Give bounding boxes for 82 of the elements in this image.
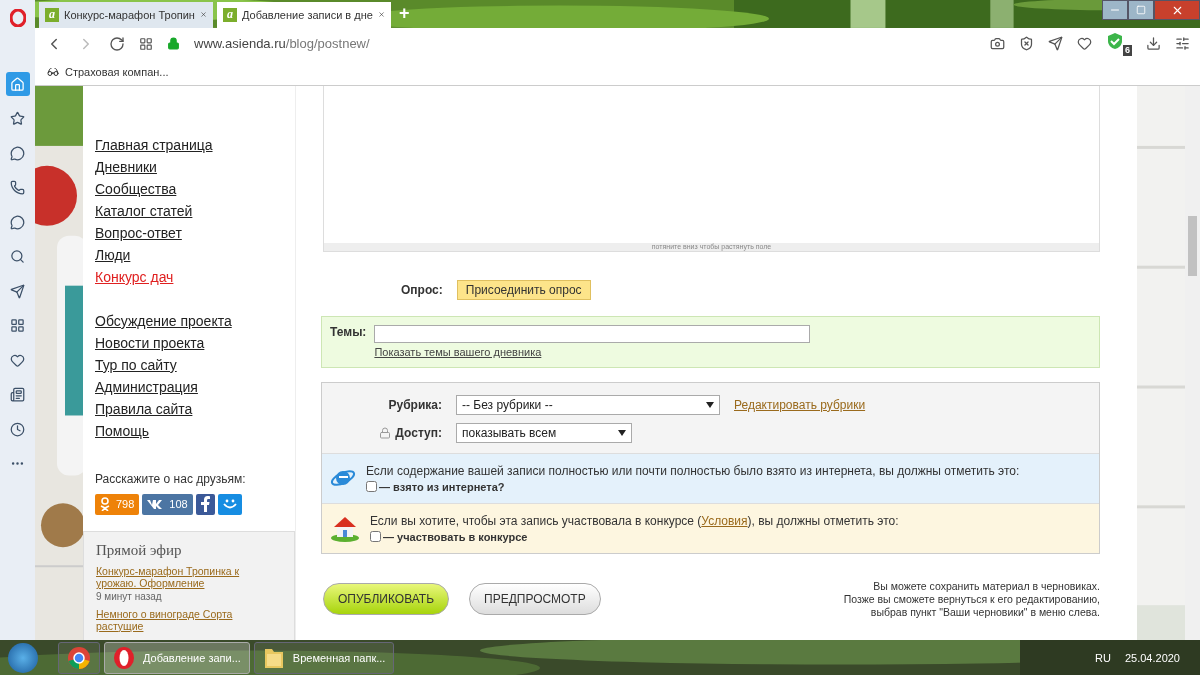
nav-link[interactable]: Сообщества <box>95 179 295 198</box>
show-topics-link[interactable]: Показать темы вашего дневника <box>374 345 811 358</box>
close-button[interactable] <box>1154 0 1200 20</box>
settings-icon[interactable] <box>1175 36 1190 52</box>
restore-button[interactable] <box>1128 0 1154 20</box>
topics-field[interactable] <box>374 324 811 343</box>
nav-link[interactable]: Помощь <box>95 421 295 440</box>
home-icon[interactable] <box>5 72 30 96</box>
site-logo: a <box>223 7 237 22</box>
nav-link[interactable]: Тур по сайту <box>95 355 295 374</box>
lock-icon <box>167 37 180 51</box>
clock-date[interactable]: 25.04.2020 <box>1124 651 1180 664</box>
live-link[interactable]: Конкурс-марафон Тропинка к урожаю. Оформление <box>96 564 282 589</box>
send-icon[interactable] <box>1048 36 1063 52</box>
nav-link[interactable]: Главная страница <box>95 135 295 154</box>
language-indicator[interactable]: RU <box>1095 651 1111 664</box>
live-link[interactable]: Немного о винограде Сорта растущие <box>96 607 282 632</box>
nav-link[interactable]: Обсуждение проекта <box>95 311 295 330</box>
attach-poll-button[interactable]: Присоединить опрос <box>456 279 591 300</box>
browser-tab[interactable]: a Конкурс-марафон Тропин <box>39 1 213 28</box>
poll-label: Опрос: <box>401 282 443 297</box>
live-title: Прямой эфир <box>96 541 183 559</box>
access-label: Доступ: <box>395 425 442 440</box>
reload-icon[interactable] <box>109 35 125 52</box>
opera-logo-icon[interactable] <box>9 9 26 27</box>
nav-link[interactable]: Люди <box>95 245 295 264</box>
bookmark-icon <box>47 66 59 79</box>
nav-link[interactable]: Новости проекта <box>95 333 295 352</box>
person-icon <box>100 497 110 512</box>
caret-icon <box>706 401 714 408</box>
minimize-button[interactable] <box>1102 0 1128 20</box>
vk-logo-icon <box>147 499 164 510</box>
browser-tab[interactable]: a Добавление записи в дне <box>217 1 391 28</box>
checkbox[interactable] <box>366 481 377 493</box>
address-field[interactable]: www.asienda.ru/blog/postnew/ <box>194 36 976 52</box>
shield-icon[interactable] <box>1019 36 1034 52</box>
nav-link[interactable]: Конкурс дач <box>95 267 295 286</box>
share-count: 108 <box>169 498 188 511</box>
share-button[interactable]: 108 <box>142 493 193 515</box>
share-count: 798 <box>116 498 135 511</box>
rubric-label: Рубрика: <box>388 397 442 412</box>
nav-link[interactable]: Каталог статей <box>95 201 295 220</box>
share-title: Расскажите о нас друзьям: <box>95 471 247 486</box>
facebook-icon <box>200 496 210 513</box>
grid-icon[interactable] <box>139 36 153 51</box>
heart-icon[interactable] <box>1077 36 1092 52</box>
site-logo: a <box>45 7 59 22</box>
taskbar-button[interactable] <box>58 641 100 674</box>
edit-rubrics-link[interactable]: Редактировать рубрики <box>734 397 866 412</box>
publish-button[interactable]: ОПУБЛИКОВАТЬ <box>323 583 450 616</box>
checkbox-label: — взято из интернета? <box>379 480 505 493</box>
taskbar-button[interactable]: Временная папк... <box>253 641 395 674</box>
live-time: 9 минут назад <box>96 590 163 602</box>
opera-icon <box>113 645 135 670</box>
checkbox-label: — участвовать в конкурсе <box>383 530 528 543</box>
drafts-note: Вы можете сохранить материал в черновиках. Позже вы сможете вернуться к его редактированию, выбрав пункт "Ваши черновики" в меню слева. <box>843 579 1100 619</box>
chrome-icon <box>67 645 91 670</box>
share-button[interactable] <box>217 493 242 515</box>
camera-icon[interactable] <box>990 36 1005 52</box>
access-select[interactable]: показывать всем <box>456 422 632 443</box>
checkbox[interactable] <box>370 531 381 543</box>
house-icon <box>330 514 360 543</box>
nav-link[interactable]: Администрация <box>95 377 295 396</box>
nav-link[interactable]: Правила сайта <box>95 399 295 418</box>
topics-label: Темы: <box>330 324 367 341</box>
download-icon[interactable] <box>1146 36 1161 52</box>
restore-icon <box>1136 5 1146 15</box>
preview-button[interactable]: ПРЕДПРОСМОТР <box>469 583 601 616</box>
nav-link[interactable]: Вопрос-ответ <box>95 223 295 242</box>
scrollbar[interactable] <box>1185 85 1200 640</box>
adblock-button[interactable]: 6 <box>1106 31 1132 56</box>
lock-icon <box>379 426 392 439</box>
contest-text: Если вы хотите, чтобы эта запись участвовала в конкурсе (Условия), вы должны отметить это: <box>370 513 899 528</box>
bookmark-link[interactable]: Страховая компан... <box>65 66 169 79</box>
smile-icon <box>222 498 237 511</box>
conditions-link[interactable]: Условия <box>701 513 748 528</box>
internet-text: Если содержание вашей записи полностью или почти полностью было взято из интернета, вы должны отметить это: <box>366 463 1020 478</box>
rubric-select[interactable]: -- Без рубрики -- <box>456 394 720 415</box>
taskbar-button[interactable]: Добавление запи... <box>104 641 250 674</box>
caret-icon <box>618 429 626 436</box>
nav-link[interactable]: Дневники <box>95 157 295 176</box>
share-button[interactable] <box>195 493 215 515</box>
